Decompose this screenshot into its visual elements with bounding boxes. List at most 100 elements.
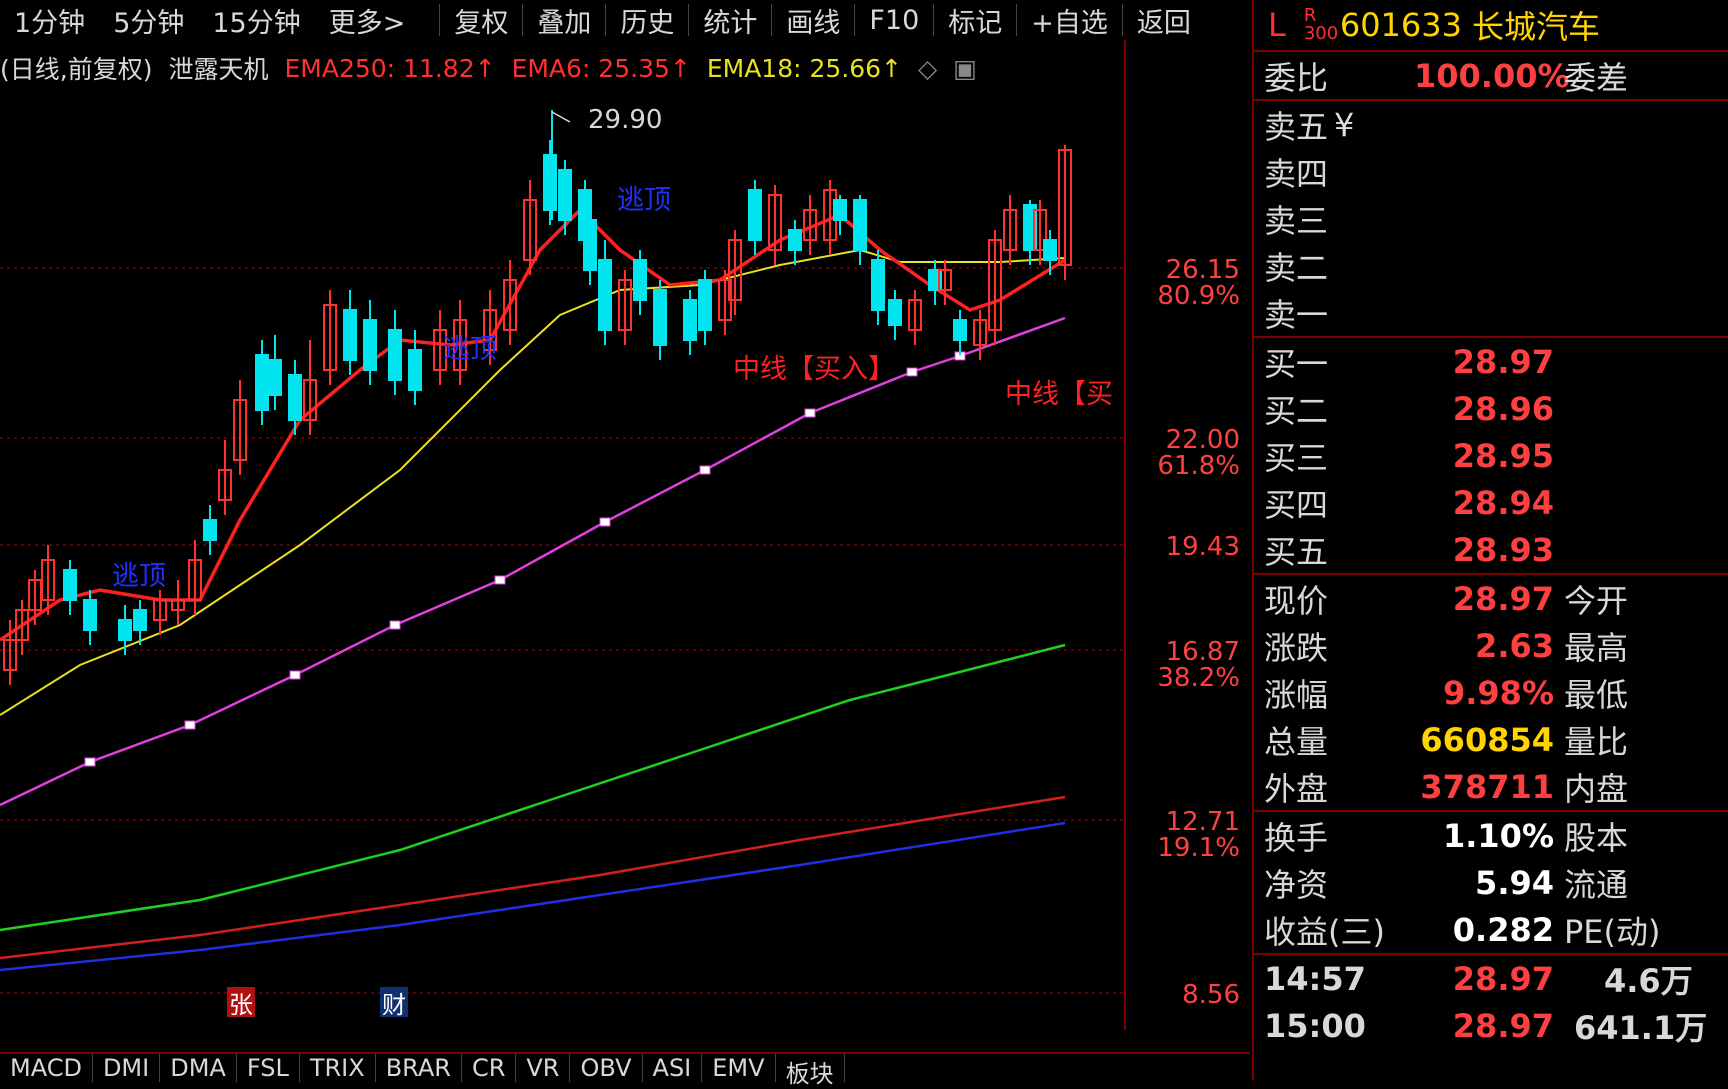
period-toolbar: 1分钟 5分钟 15分钟 更多> 复权 叠加 历史 统计 画线 F10 标记 +… <box>0 0 1250 40</box>
candle-body <box>888 299 902 326</box>
candle-body <box>598 259 612 331</box>
candle-body <box>203 519 217 541</box>
overlay-button[interactable]: 叠加 <box>523 1 605 40</box>
stock-code: 601633 <box>1339 6 1462 44</box>
buy-label: 买四 <box>1264 485 1329 524</box>
buy-price: 28.97 <box>1452 342 1554 381</box>
ema250-value: EMA250: 11.82↑ <box>284 53 496 83</box>
candle-body <box>558 169 572 221</box>
buy-signal-label: 中线【买 <box>1005 379 1113 410</box>
ma-marker <box>389 620 401 630</box>
tab-fsl[interactable]: FSL <box>237 1054 300 1082</box>
ma-marker <box>184 720 196 730</box>
stat-label: 总量 <box>1264 722 1329 761</box>
candle-body <box>388 329 402 381</box>
sell-row: 卖二 <box>1254 242 1728 289</box>
tab-15min[interactable]: 15分钟 <box>198 1 314 40</box>
stat-value: 378711 <box>1420 767 1554 806</box>
tab-emv[interactable]: EMV <box>702 1054 776 1082</box>
percent-tick-label: 19.1% <box>1157 833 1240 863</box>
more-button[interactable]: 更多> <box>315 1 420 40</box>
candle-body <box>133 609 147 631</box>
buy-label: 买二 <box>1264 391 1329 430</box>
ma-marker <box>84 757 96 767</box>
add-favorite-button[interactable]: +自选 <box>1017 1 1122 40</box>
tick-price: 28.97 <box>1452 959 1554 998</box>
buy-price: 28.93 <box>1452 530 1554 569</box>
tab-obv[interactable]: OBV <box>570 1054 643 1082</box>
buy-price: 28.96 <box>1452 389 1554 428</box>
tab-dmi[interactable]: DMI <box>93 1054 161 1082</box>
buy-price: 28.94 <box>1452 483 1554 522</box>
tab-dma[interactable]: DMA <box>160 1054 237 1082</box>
tick-volume: 641.1万 <box>1574 1008 1708 1047</box>
ma-marker <box>494 575 506 585</box>
stat-label: 净资 <box>1264 865 1329 904</box>
panel-toggle-icon[interactable]: ▣ <box>953 54 977 83</box>
tab-macd[interactable]: MACD <box>0 1054 93 1082</box>
sell-label: 卖四 <box>1264 154 1329 193</box>
stat-label: 量比 <box>1564 722 1629 761</box>
tab-vr[interactable]: VR <box>516 1054 571 1082</box>
candle-body <box>268 359 282 396</box>
stat-row: 换手 1.10% 股本 <box>1254 812 1728 859</box>
mark-button[interactable]: 标记 <box>934 1 1016 40</box>
sell-row: 卖三 <box>1254 195 1728 242</box>
tick-volume: 4.6万 <box>1604 961 1693 1000</box>
candle-body <box>363 319 377 371</box>
stat-label: 内盘 <box>1564 769 1629 808</box>
candle-body <box>683 299 697 341</box>
history-button[interactable]: 历史 <box>606 1 688 40</box>
stats-block-2: 换手 1.10% 股本 净资 5.94 流通 收益(三) 0.282 PE(动) <box>1254 812 1728 955</box>
escape-top-label: 逃顶 <box>617 185 671 216</box>
back-button[interactable]: 返回 <box>1123 1 1205 40</box>
buy-row: 买四 28.94 <box>1254 479 1728 526</box>
f10-button[interactable]: F10 <box>855 5 933 36</box>
ma-marker <box>599 517 611 527</box>
buy-row: 买一 28.97 <box>1254 338 1728 385</box>
stat-value: 0.282 <box>1452 910 1554 949</box>
tab-1min[interactable]: 1分钟 <box>0 1 99 40</box>
order-ratio-value: 100.00% <box>1414 56 1570 95</box>
kline-chart[interactable]: 29.90 逃顶 逃顶 逃顶 中线【买入】 中线【买 26.1580.9%22.… <box>0 40 1250 1030</box>
candle-body <box>871 259 885 311</box>
buy-row: 买三 28.95 <box>1254 432 1728 479</box>
ema6-value: EMA6: 25.35↑ <box>511 53 691 83</box>
tick-list: 14:57 28.97 4.6万 15:00 28.97 641.1万 <box>1254 955 1728 1049</box>
candle-body <box>118 619 132 641</box>
tab-trix[interactable]: TRIX <box>300 1054 376 1082</box>
stat-label: 涨幅 <box>1264 675 1329 714</box>
tab-brar[interactable]: BRAR <box>376 1054 462 1082</box>
sell-label: 卖一 <box>1264 295 1329 334</box>
ma-marker <box>804 408 816 418</box>
stat-row: 涨幅 9.98% 最低 <box>1254 669 1728 716</box>
stats-button[interactable]: 统计 <box>689 1 771 40</box>
indicator-line: (日线,前复权) 泄露天机 EMA250: 11.82↑ EMA6: 25.35… <box>0 48 993 88</box>
tick-price: 28.97 <box>1452 1006 1554 1045</box>
sell-label: 卖三 <box>1264 201 1329 240</box>
ema18-line <box>0 248 1066 716</box>
stat-value: 28.97 <box>1452 579 1554 618</box>
draw-button[interactable]: 画线 <box>772 1 854 40</box>
sell-row: 卖一 <box>1254 289 1728 336</box>
ma-blue-line <box>0 821 1066 972</box>
stat-label: 现价 <box>1264 581 1329 620</box>
sell-book: 卖五 ¥ 卖四 卖三 卖二 卖一 <box>1254 101 1728 338</box>
adjust-button[interactable]: 复权 <box>440 1 522 40</box>
tab-5min[interactable]: 5分钟 <box>99 1 198 40</box>
tab-asi[interactable]: ASI <box>643 1054 703 1082</box>
tick-time: 15:00 <box>1264 1006 1366 1045</box>
diamond-icon[interactable]: ◇ <box>918 54 937 83</box>
stock-prefix: L <box>1268 6 1286 44</box>
buy-price: 28.95 <box>1452 436 1554 475</box>
percent-tick-label: 38.2% <box>1157 663 1240 693</box>
currency-symbol: ¥ <box>1334 105 1355 144</box>
tab-sector[interactable]: 板块 <box>776 1054 845 1088</box>
sell-row: 卖五 ¥ <box>1254 101 1728 148</box>
tab-cr[interactable]: CR <box>462 1054 517 1082</box>
stat-label: 涨跌 <box>1264 628 1329 667</box>
stat-label: 今开 <box>1564 581 1629 620</box>
candle-body <box>653 289 667 346</box>
indicator-name[interactable]: 泄露天机 <box>168 50 268 86</box>
percent-tick-label: 61.8% <box>1157 451 1240 481</box>
